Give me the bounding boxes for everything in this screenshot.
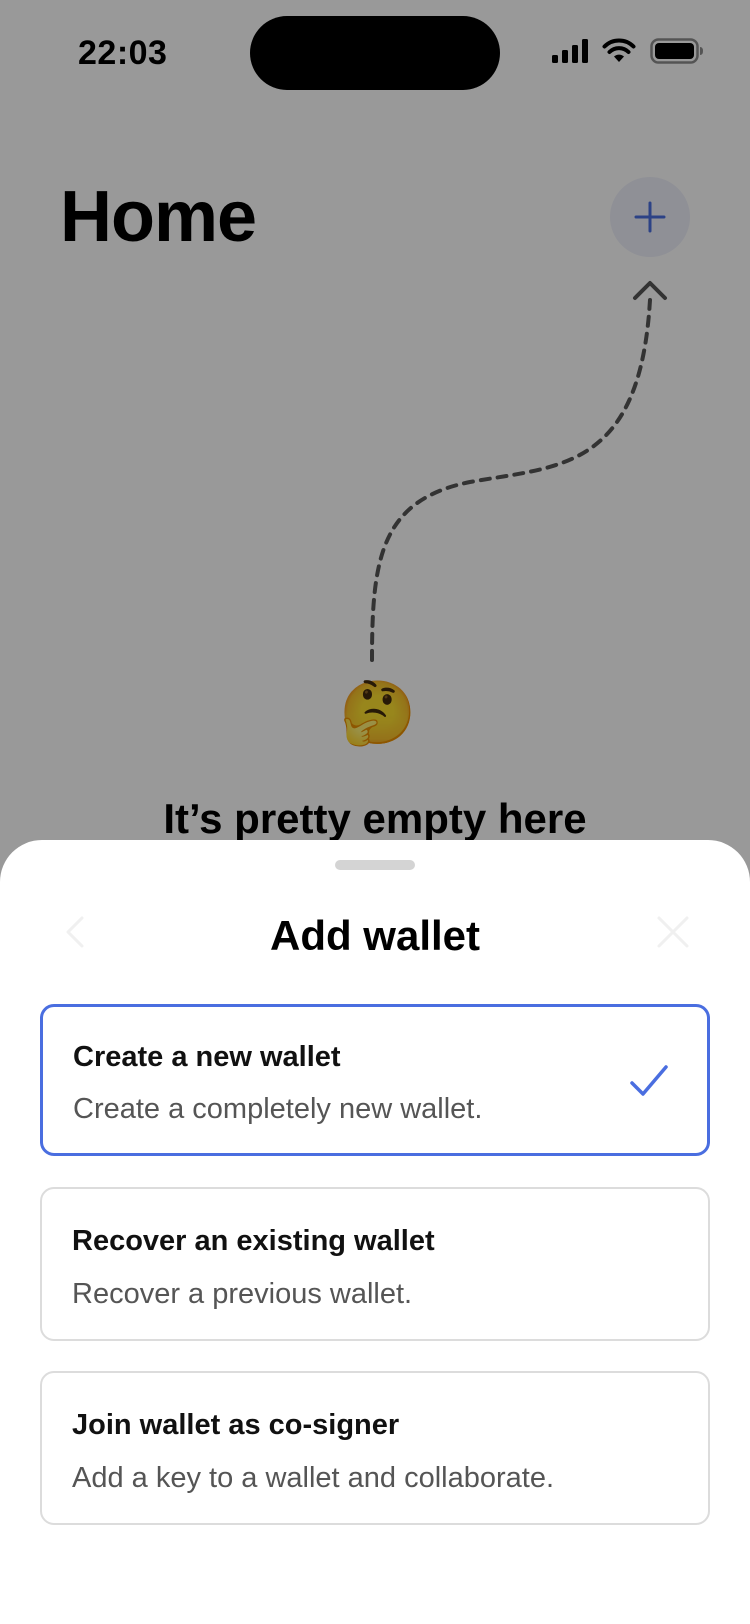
option-description: Add a key to a wallet and collaborate.: [72, 1462, 555, 1494]
option-create-new-wallet[interactable]: Create a new wallet Create a completely …: [40, 1004, 710, 1156]
option-description: Create a completely new wallet.: [73, 1093, 483, 1125]
option-recover-existing-wallet[interactable]: Recover an existing wallet Recover a pre…: [40, 1187, 710, 1341]
option-title: Recover an existing wallet: [72, 1225, 435, 1257]
screen: 22:03 Home 🤔 It’s pretty empty here Add …: [0, 0, 750, 1624]
option-title: Join wallet as co-signer: [72, 1409, 400, 1441]
checkmark-icon: [630, 1065, 668, 1096]
add-wallet-sheet: Add wallet Create a new wallet Create a …: [0, 840, 750, 1624]
close-icon[interactable]: [655, 914, 691, 950]
option-title: Create a new wallet: [73, 1041, 341, 1073]
sheet-grabber[interactable]: [335, 860, 415, 870]
option-description: Recover a previous wallet.: [72, 1278, 413, 1310]
sheet-title: Add wallet: [269, 912, 481, 959]
option-join-as-cosigner[interactable]: Join wallet as co-signer Add a key to a …: [40, 1371, 710, 1525]
